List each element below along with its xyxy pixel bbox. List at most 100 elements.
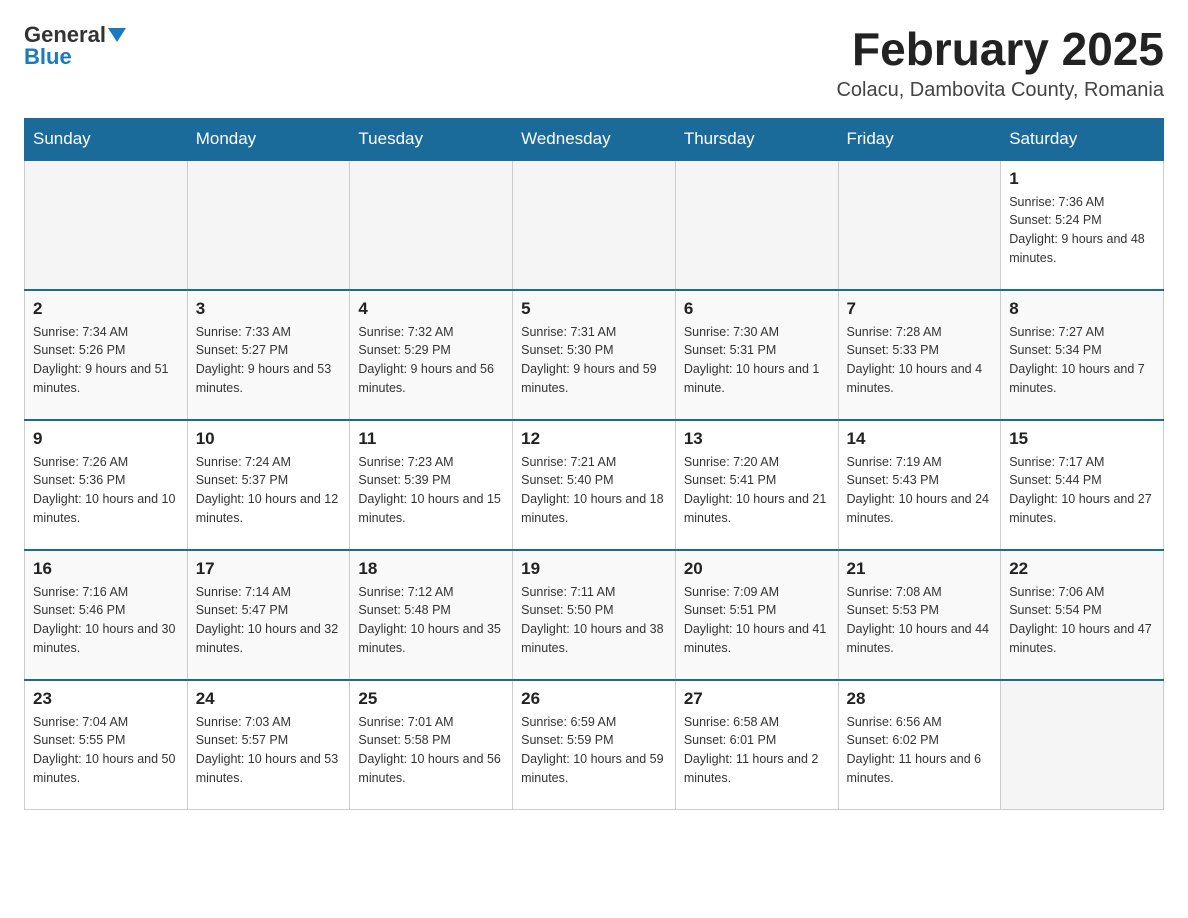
calendar-day-cell [350,160,513,290]
day-info: Sunrise: 7:24 AMSunset: 5:37 PMDaylight:… [196,453,342,528]
calendar-day-cell [187,160,350,290]
calendar-day-cell: 16Sunrise: 7:16 AMSunset: 5:46 PMDayligh… [25,550,188,680]
calendar-day-cell: 21 Sunrise: 7:08 AMSunset: 5:53 PMDayligh… [838,550,1001,680]
day-info: Sunrise: 7:04 AMSunset: 5:55 PMDaylight:… [33,713,179,788]
day-info: Sunrise: 7:26 AMSunset: 5:36 PMDaylight:… [33,453,179,528]
day-info: Sunrise: 7:17 AMSunset: 5:44 PMDaylight:… [1009,453,1155,528]
day-number: 17 [196,559,342,579]
day-info: Sunrise: 7:19 AMSunset: 5:43 PMDaylight:… [847,453,993,528]
day-number: 1 [1009,169,1155,189]
calendar-week-row: 23 Sunrise: 7:04 AMSunset: 5:55 PMDayligh… [25,680,1164,810]
day-info: Sunrise: 7:23 AMSunset: 5:39 PMDaylight:… [358,453,504,528]
day-info: Sunrise: 7:20 AMSunset: 5:41 PMDaylight:… [684,453,830,528]
day-info: Sunrise: 7:30 AMSunset: 5:31 PMDaylight:… [684,323,830,398]
day-number: 13 [684,429,830,449]
calendar-week-row: 16Sunrise: 7:16 AMSunset: 5:46 PMDayligh… [25,550,1164,680]
calendar-day-cell: 13 Sunrise: 7:20 AMSunset: 5:41 PMDayligh… [675,420,838,550]
weekday-header-tuesday: Tuesday [350,118,513,160]
calendar-day-cell [838,160,1001,290]
logo-arrow-icon [108,26,126,44]
day-number: 20 [684,559,830,579]
day-number: 21 [847,559,993,579]
day-number: 22 [1009,559,1155,579]
day-number: 18 [358,559,504,579]
weekday-header-saturday: Saturday [1001,118,1164,160]
calendar-day-cell: 8 Sunrise: 7:27 AMSunset: 5:34 PMDaylight… [1001,290,1164,420]
day-number: 8 [1009,299,1155,319]
calendar-day-cell: 26 Sunrise: 6:59 AMSunset: 5:59 PMDayligh… [513,680,676,810]
day-info: Sunrise: 7:11 AMSunset: 5:50 PMDaylight:… [521,583,667,658]
day-info: Sunrise: 7:06 AMSunset: 5:54 PMDaylight:… [1009,583,1155,658]
calendar-day-cell: 15 Sunrise: 7:17 AMSunset: 5:44 PMDayligh… [1001,420,1164,550]
calendar-day-cell: 10 Sunrise: 7:24 AMSunset: 5:37 PMDayligh… [187,420,350,550]
logo-blue-text: Blue [24,44,72,69]
day-info: Sunrise: 6:58 AMSunset: 6:01 PMDaylight:… [684,713,830,788]
day-number: 7 [847,299,993,319]
day-info: Sunrise: 7:34 AMSunset: 5:26 PMDaylight:… [33,323,179,398]
day-number: 23 [33,689,179,709]
day-info: Sunrise: 7:27 AMSunset: 5:34 PMDaylight:… [1009,323,1155,398]
day-info: Sunrise: 7:28 AMSunset: 5:33 PMDaylight:… [847,323,993,398]
calendar-day-cell: 22 Sunrise: 7:06 AMSunset: 5:54 PMDayligh… [1001,550,1164,680]
calendar-body: 1 Sunrise: 7:36 AMSunset: 5:24 PMDaylight… [25,160,1164,810]
day-number: 12 [521,429,667,449]
calendar-day-cell: 25 Sunrise: 7:01 AMSunset: 5:58 PMDayligh… [350,680,513,810]
calendar-week-row: 2 Sunrise: 7:34 AMSunset: 5:26 PMDaylight… [25,290,1164,420]
day-info: Sunrise: 7:09 AMSunset: 5:51 PMDaylight:… [684,583,830,658]
calendar-table: SundayMondayTuesdayWednesdayThursdayFrid… [24,118,1164,811]
day-info: Sunrise: 6:59 AMSunset: 5:59 PMDaylight:… [521,713,667,788]
calendar-day-cell: 4 Sunrise: 7:32 AMSunset: 5:29 PMDaylight… [350,290,513,420]
weekday-header-thursday: Thursday [675,118,838,160]
weekday-header-monday: Monday [187,118,350,160]
calendar-day-cell [513,160,676,290]
page-header: General Blue February 2025 Colacu, Dambo… [24,24,1164,102]
day-info: Sunrise: 7:21 AMSunset: 5:40 PMDaylight:… [521,453,667,528]
calendar-day-cell: 14Sunrise: 7:19 AMSunset: 5:43 PMDayligh… [838,420,1001,550]
day-info: Sunrise: 7:16 AMSunset: 5:46 PMDaylight:… [33,583,179,658]
day-info: Sunrise: 7:03 AMSunset: 5:57 PMDaylight:… [196,713,342,788]
calendar-day-cell: 12 Sunrise: 7:21 AMSunset: 5:40 PMDayligh… [513,420,676,550]
day-info: Sunrise: 7:12 AMSunset: 5:48 PMDaylight:… [358,583,504,658]
day-number: 9 [33,429,179,449]
day-number: 26 [521,689,667,709]
calendar-day-cell: 3Sunrise: 7:33 AMSunset: 5:27 PMDaylight… [187,290,350,420]
day-number: 4 [358,299,504,319]
calendar-day-cell: 2 Sunrise: 7:34 AMSunset: 5:26 PMDaylight… [25,290,188,420]
calendar-week-row: 1 Sunrise: 7:36 AMSunset: 5:24 PMDaylight… [25,160,1164,290]
calendar-day-cell: 27 Sunrise: 6:58 AMSunset: 6:01 PMDayligh… [675,680,838,810]
calendar-day-cell: 9 Sunrise: 7:26 AMSunset: 5:36 PMDaylight… [25,420,188,550]
month-title: February 2025 [836,24,1164,75]
day-number: 10 [196,429,342,449]
title-section: February 2025 Colacu, Dambovita County, … [836,24,1164,102]
day-number: 15 [1009,429,1155,449]
day-info: Sunrise: 6:56 AMSunset: 6:02 PMDaylight:… [847,713,993,788]
calendar-day-cell [1001,680,1164,810]
calendar-day-cell: 28 Sunrise: 6:56 AMSunset: 6:02 PMDayligh… [838,680,1001,810]
day-info: Sunrise: 7:01 AMSunset: 5:58 PMDaylight:… [358,713,504,788]
calendar-day-cell: 20 Sunrise: 7:09 AMSunset: 5:51 PMDayligh… [675,550,838,680]
calendar-day-cell: 11 Sunrise: 7:23 AMSunset: 5:39 PMDayligh… [350,420,513,550]
day-number: 5 [521,299,667,319]
calendar-day-cell: 18 Sunrise: 7:12 AMSunset: 5:48 PMDayligh… [350,550,513,680]
logo: General Blue [24,24,126,69]
day-number: 2 [33,299,179,319]
location-title: Colacu, Dambovita County, Romania [836,79,1164,102]
calendar-day-cell: 17Sunrise: 7:14 AMSunset: 5:47 PMDayligh… [187,550,350,680]
calendar-day-cell: 7 Sunrise: 7:28 AMSunset: 5:33 PMDaylight… [838,290,1001,420]
calendar-day-cell: 1 Sunrise: 7:36 AMSunset: 5:24 PMDaylight… [1001,160,1164,290]
day-number: 27 [684,689,830,709]
calendar-day-cell: 24Sunrise: 7:03 AMSunset: 5:57 PMDayligh… [187,680,350,810]
day-info: Sunrise: 7:31 AMSunset: 5:30 PMDaylight:… [521,323,667,398]
weekday-header-wednesday: Wednesday [513,118,676,160]
weekday-header-sunday: Sunday [25,118,188,160]
logo-general-text: General [24,24,106,46]
day-info: Sunrise: 7:33 AMSunset: 5:27 PMDaylight:… [196,323,342,398]
day-number: 11 [358,429,504,449]
day-number: 25 [358,689,504,709]
calendar-day-cell [675,160,838,290]
calendar-day-cell: 19Sunrise: 7:11 AMSunset: 5:50 PMDayligh… [513,550,676,680]
day-info: Sunrise: 7:08 AMSunset: 5:53 PMDaylight:… [847,583,993,658]
day-number: 28 [847,689,993,709]
day-info: Sunrise: 7:36 AMSunset: 5:24 PMDaylight:… [1009,193,1155,268]
day-info: Sunrise: 7:32 AMSunset: 5:29 PMDaylight:… [358,323,504,398]
